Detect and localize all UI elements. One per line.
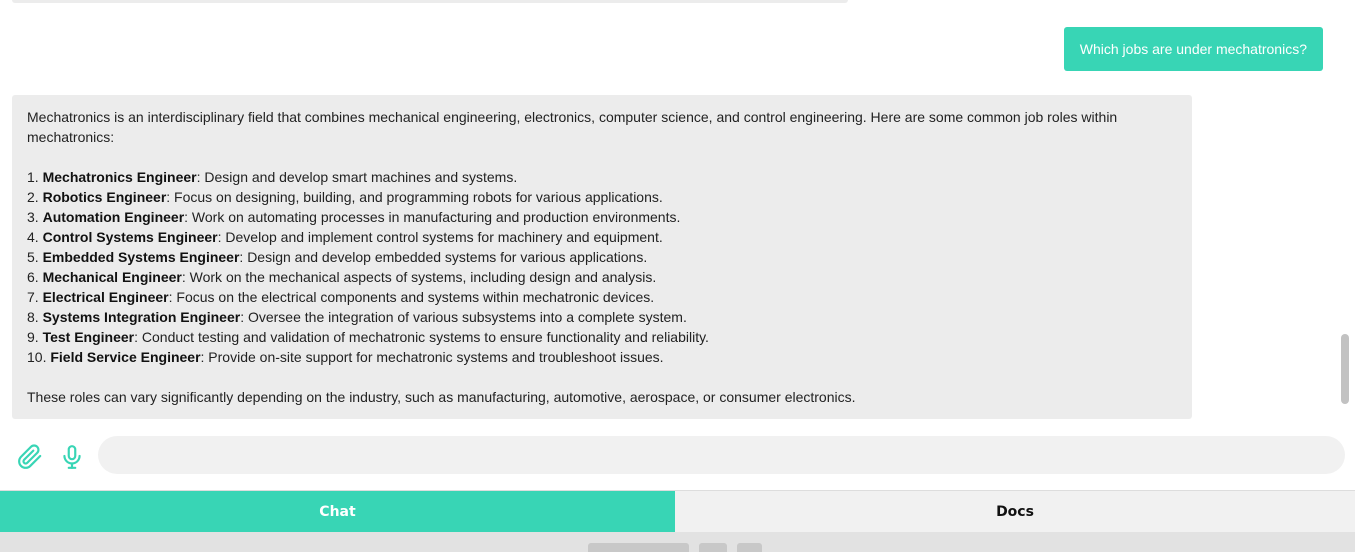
toolbar-button[interactable] — [699, 543, 727, 552]
job-role-item: 9. Test Engineer: Conduct testing and va… — [27, 327, 1177, 347]
job-role-item: 3. Automation Engineer: Work on automati… — [27, 207, 1177, 227]
job-role-title: Field Service Engineer — [50, 349, 201, 365]
tab-chat[interactable]: Chat — [0, 491, 675, 532]
previous-message-bubble — [12, 0, 848, 3]
job-role-description: : Develop and implement control systems … — [217, 229, 663, 245]
job-role-number: 4. — [27, 229, 39, 245]
job-role-title: Test Engineer — [42, 329, 135, 345]
job-role-item: 8. Systems Integration Engineer: Oversee… — [27, 307, 1177, 327]
job-role-description: : Design and develop embedded systems fo… — [239, 249, 648, 265]
user-message-bubble: Which jobs are under mechatronics? — [1063, 27, 1323, 71]
assistant-outro-text: These roles can vary significantly depen… — [27, 389, 856, 405]
job-role-description: : Oversee the integration of various sub… — [240, 309, 687, 325]
toolbar-button[interactable] — [588, 543, 689, 552]
chat-scrollbar-thumb[interactable] — [1341, 334, 1349, 404]
job-role-number: 8. — [27, 309, 39, 325]
message-input[interactable] — [98, 436, 1345, 474]
job-role-item: 7. Electrical Engineer: Focus on the ele… — [27, 287, 1177, 307]
tab-docs[interactable]: Docs — [675, 491, 1355, 532]
job-role-description: : Conduct testing and validation of mech… — [134, 329, 709, 345]
job-role-item: 4. Control Systems Engineer: Develop and… — [27, 227, 1177, 247]
job-role-description: : Focus on designing, building, and prog… — [166, 189, 663, 205]
job-role-number: 10. — [27, 349, 47, 365]
job-role-description: : Work on automating processes in manufa… — [184, 209, 681, 225]
job-role-item: 5. Embedded Systems Engineer: Design and… — [27, 247, 1177, 267]
job-role-item: 10. Field Service Engineer: Provide on-s… — [27, 347, 1177, 367]
job-role-description: : Work on the mechanical aspects of syst… — [181, 269, 657, 285]
assistant-intro-text: Mechatronics is an interdisciplinary fie… — [27, 109, 1118, 145]
bottom-tab-bar: Chat Docs — [0, 490, 1355, 532]
job-role-number: 3. — [27, 209, 39, 225]
chat-messages-area[interactable]: Which jobs are under mechatronics? Mecha… — [0, 0, 1355, 430]
microphone-icon[interactable] — [56, 441, 88, 473]
job-role-item: 2. Robotics Engineer: Focus on designing… — [27, 187, 1177, 207]
job-role-item: 6. Mechanical Engineer: Work on the mech… — [27, 267, 1177, 287]
job-role-title: Robotics Engineer — [42, 189, 167, 205]
job-role-number: 9. — [27, 329, 39, 345]
job-role-title: Control Systems Engineer — [42, 229, 218, 245]
job-role-description: : Provide on-site support for mechatroni… — [200, 349, 664, 365]
assistant-message-bubble: Mechatronics is an interdisciplinary fie… — [12, 95, 1192, 419]
job-role-number: 7. — [27, 289, 39, 305]
toolbar-button[interactable] — [737, 543, 762, 552]
job-role-title: Mechatronics Engineer — [42, 169, 197, 185]
job-role-title: Embedded Systems Engineer — [42, 249, 240, 265]
job-role-description: : Focus on the electrical components and… — [168, 289, 655, 305]
message-input-row — [0, 430, 1355, 490]
paperclip-icon[interactable] — [14, 441, 46, 473]
job-role-number: 6. — [27, 269, 39, 285]
job-roles-list: 1. Mechatronics Engineer: Design and dev… — [27, 167, 1177, 367]
job-role-title: Systems Integration Engineer — [42, 309, 241, 325]
job-role-title: Mechanical Engineer — [42, 269, 182, 285]
job-role-number: 2. — [27, 189, 39, 205]
job-role-number: 1. — [27, 169, 39, 185]
job-role-title: Automation Engineer — [42, 209, 185, 225]
job-role-number: 5. — [27, 249, 39, 265]
bottom-toolbar-strip — [0, 532, 1355, 552]
job-role-title: Electrical Engineer — [42, 289, 169, 305]
job-role-description: : Design and develop smart machines and … — [196, 169, 518, 185]
job-role-item: 1. Mechatronics Engineer: Design and dev… — [27, 167, 1177, 187]
